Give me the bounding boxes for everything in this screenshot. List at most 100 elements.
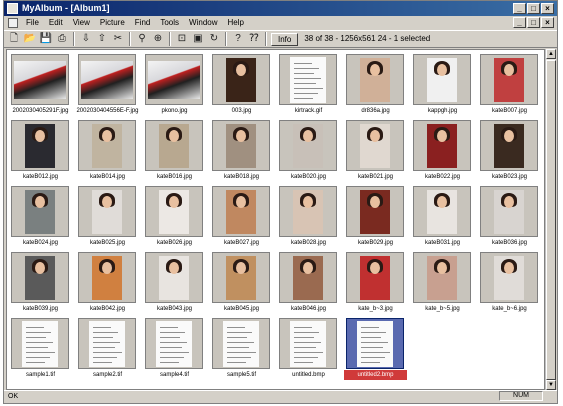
thumbnail-item[interactable]: untitled.bmp	[277, 316, 340, 381]
thumbnail-item[interactable]: kateB031.jpg	[411, 184, 474, 249]
thumbnail-item[interactable]: kateB022.jpg	[411, 118, 474, 183]
thumbnail-image-frame[interactable]	[11, 120, 69, 171]
maximize-button[interactable]: □	[527, 3, 540, 14]
save-icon[interactable]: 💾	[39, 32, 53, 46]
thumbnail-item[interactable]: 2002030405291F.jpg	[9, 52, 72, 117]
zoom-icon[interactable]: ⊕	[151, 32, 165, 46]
thumbnail-item[interactable]: kateB020.jpg	[277, 118, 340, 183]
thumbnail-image-frame[interactable]	[11, 54, 69, 105]
mdi-maximize-button[interactable]: □	[527, 17, 540, 28]
thumbnail-image-frame[interactable]	[346, 54, 404, 105]
thumbnail-item[interactable]: kateB045.jpg	[210, 250, 273, 315]
menu-view[interactable]: View	[68, 16, 95, 30]
thumbnail-image-frame[interactable]	[279, 252, 337, 303]
scroll-up-icon[interactable]: ▲	[546, 49, 556, 59]
cut-icon[interactable]: ✂	[111, 32, 125, 46]
menu-help[interactable]: Help	[223, 16, 249, 30]
thumbnail-image-frame[interactable]	[413, 252, 471, 303]
thumbnail-image-frame[interactable]	[78, 252, 136, 303]
thumbnail-item[interactable]: kateB036.jpg	[478, 184, 541, 249]
thumbnail-item[interactable]: kate_b~6.jpg	[478, 250, 541, 315]
thumbnail-item[interactable]: kateB016.jpg	[143, 118, 206, 183]
thumbnail-image-frame[interactable]	[212, 318, 270, 369]
mdi-minimize-button[interactable]: _	[513, 17, 526, 28]
crop-icon[interactable]: ⊡	[175, 32, 189, 46]
menu-find[interactable]: Find	[130, 16, 156, 30]
thumbnail-item[interactable]: kateB046.jpg	[277, 250, 340, 315]
thumbnail-item[interactable]: sample2.tif	[76, 316, 139, 381]
thumbnail-item[interactable]: kateB023.jpg	[478, 118, 541, 183]
thumbnail-image-frame[interactable]	[413, 54, 471, 105]
thumbnail-item[interactable]: kateB021.jpg	[344, 118, 407, 183]
scroll-down-icon[interactable]: ▼	[546, 380, 556, 390]
thumbnail-image-frame[interactable]	[480, 54, 538, 105]
thumbnail-image-frame[interactable]	[346, 186, 404, 237]
thumbnail-image-frame[interactable]	[480, 120, 538, 171]
thumbnail-image-frame[interactable]	[11, 252, 69, 303]
thumbnail-image-frame[interactable]	[145, 252, 203, 303]
thumbnail-image-frame[interactable]	[413, 120, 471, 171]
find-icon[interactable]: ⚲	[135, 32, 149, 46]
new-icon[interactable]: 🗋	[7, 32, 21, 46]
thumbnail-item[interactable]: kate_b~5.jpg	[411, 250, 474, 315]
thumbnail-item[interactable]: kateB027.jpg	[210, 184, 273, 249]
thumbnail-image-frame[interactable]	[346, 252, 404, 303]
thumbnail-image-frame[interactable]	[346, 318, 404, 369]
menu-edit[interactable]: Edit	[44, 16, 68, 30]
thumbnail-item[interactable]: kateB007.jpg	[478, 52, 541, 117]
print-icon[interactable]: ⎙	[55, 32, 69, 46]
thumbnail-item[interactable]: pkono.jpg	[143, 52, 206, 117]
title-bar[interactable]: MyAlbum - [Album1] _ □ ×	[4, 1, 557, 16]
help-icon[interactable]: ?	[231, 32, 245, 46]
import-icon[interactable]: ⇩	[79, 32, 93, 46]
thumbnail-item[interactable]: sample1.tif	[9, 316, 72, 381]
thumbnail-image-frame[interactable]	[212, 54, 270, 105]
rotate-icon[interactable]: ↻	[207, 32, 221, 46]
minimize-button[interactable]: _	[513, 3, 526, 14]
thumbnail-image-frame[interactable]	[11, 318, 69, 369]
menu-picture[interactable]: Picture	[95, 16, 130, 30]
thumbnail-item[interactable]: kateB043.jpg	[143, 250, 206, 315]
thumbnail-item[interactable]: kate_b~3.jpg	[344, 250, 407, 315]
thumbnail-image-frame[interactable]	[279, 318, 337, 369]
thumbnail-item[interactable]: kateB039.jpg	[9, 250, 72, 315]
thumbnail-image-frame[interactable]	[78, 318, 136, 369]
thumbnail-item[interactable]: kateB014.jpg	[76, 118, 139, 183]
thumbnail-image-frame[interactable]	[279, 120, 337, 171]
thumbnail-image-frame[interactable]	[212, 186, 270, 237]
export-icon[interactable]: ⇧	[95, 32, 109, 46]
menu-tools[interactable]: Tools	[155, 16, 184, 30]
thumbnail-item[interactable]: kappgh.jpg	[411, 52, 474, 117]
thumbnail-item[interactable]: kateB026.jpg	[143, 184, 206, 249]
thumbnail-image-frame[interactable]	[145, 318, 203, 369]
mdi-close-button[interactable]: ×	[541, 17, 554, 28]
thumbnail-image-frame[interactable]	[145, 120, 203, 171]
open-icon[interactable]: 📂	[23, 32, 37, 46]
vertical-scrollbar[interactable]: ▲ ▼	[545, 49, 556, 390]
thumbnail-item[interactable]: 003.jpg	[210, 52, 273, 117]
app-icon[interactable]	[7, 3, 18, 14]
thumbnail-item[interactable]: sample5.tif	[210, 316, 273, 381]
thumbnail-item[interactable]: sample4.tif	[143, 316, 206, 381]
menu-window[interactable]: Window	[184, 16, 222, 30]
thumbnail-item[interactable]: 2002030404556E-F.jpg	[76, 52, 139, 117]
thumbnail-item[interactable]: kateB012.jpg	[9, 118, 72, 183]
thumbnail-image-frame[interactable]	[212, 120, 270, 171]
thumbnail-image-frame[interactable]	[145, 54, 203, 105]
thumbnail-image-frame[interactable]	[346, 120, 404, 171]
thumbnail-item[interactable]: kateB028.jpg	[277, 184, 340, 249]
thumbnail-image-frame[interactable]	[145, 186, 203, 237]
context-help-icon[interactable]: ⁇	[247, 32, 261, 46]
thumbnail-image-frame[interactable]	[212, 252, 270, 303]
document-icon[interactable]	[8, 18, 18, 28]
close-button[interactable]: ×	[541, 3, 554, 14]
menu-file[interactable]: File	[21, 16, 44, 30]
thumbnail-item[interactable]: kateB042.jpg	[76, 250, 139, 315]
info-button[interactable]: Info	[271, 32, 299, 46]
thumbnail-item[interactable]: kateB018.jpg	[210, 118, 273, 183]
thumbnail-image-frame[interactable]	[279, 186, 337, 237]
scrollbar-thumb[interactable]	[546, 60, 556, 380]
thumbnail-image-frame[interactable]	[11, 186, 69, 237]
thumbnail-image-frame[interactable]	[78, 54, 136, 105]
thumbnail-item[interactable]: kateB029.jpg	[344, 184, 407, 249]
